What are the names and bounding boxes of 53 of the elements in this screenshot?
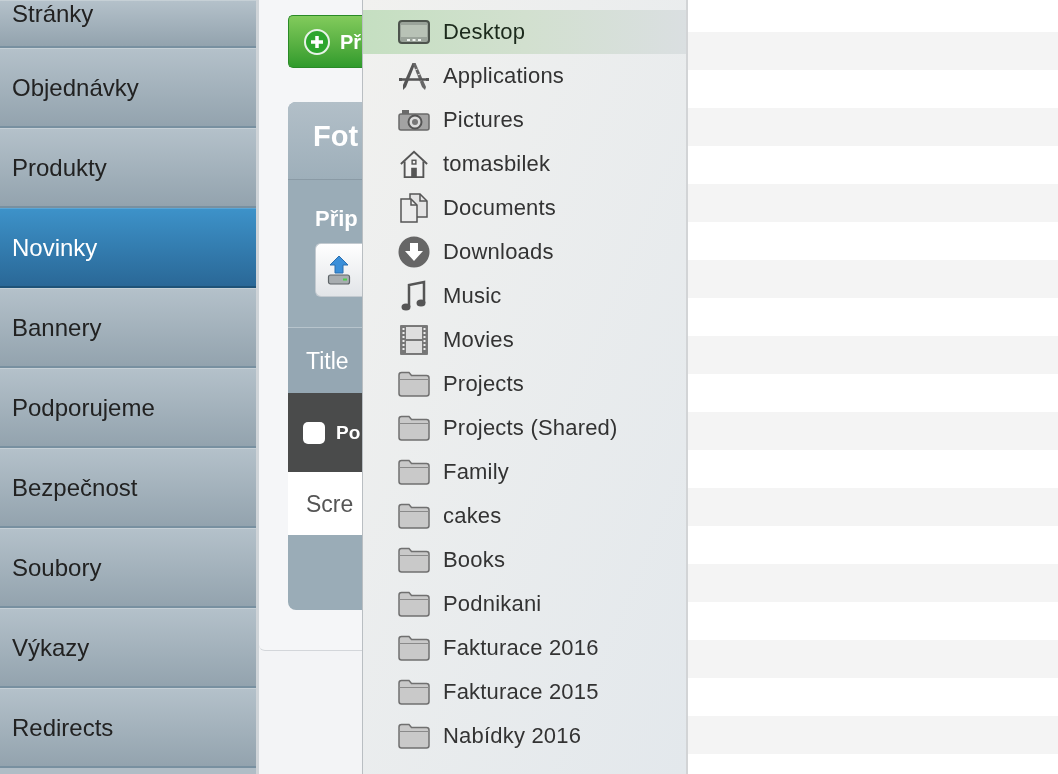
checkbox[interactable]: [303, 421, 325, 444]
table-cell: Scre: [306, 490, 354, 517]
menu-item[interactable]: Nabídky 2016: [363, 714, 686, 758]
camera-icon: [398, 109, 430, 131]
sidebar-item[interactable]: Objednávky: [0, 48, 256, 128]
film-strip-icon: [400, 325, 428, 355]
folder-icon: [398, 415, 430, 441]
folder-icon: [398, 503, 430, 529]
sidebar-item[interactable]: Podporujeme: [0, 368, 256, 448]
documents-icon: [400, 193, 428, 223]
menu-item[interactable]: Fakturace 2015: [363, 670, 686, 714]
folder-icon: [398, 635, 430, 661]
folder-icon: [398, 591, 430, 617]
menu-item[interactable]: Documents: [363, 186, 686, 230]
sidebar-item[interactable]: Výkazy: [0, 608, 256, 688]
sidebar-item[interactable]: Redirects: [0, 688, 256, 768]
menu-item[interactable]: Downloads: [363, 230, 686, 274]
menu-item[interactable]: Projects: [363, 362, 686, 406]
folder-icon: [398, 723, 430, 749]
upload-button[interactable]: [315, 243, 362, 297]
panel-title: Fot: [313, 119, 359, 152]
sidebar-item[interactable]: Bezpečnost: [0, 448, 256, 528]
menu-item[interactable]: Applications: [363, 54, 686, 98]
pencil-ruler-icon: [398, 61, 430, 91]
menu-item[interactable]: cakes: [363, 494, 686, 538]
upload-label: Přip: [315, 206, 359, 232]
menu-item[interactable]: Books: [363, 538, 686, 582]
menu-item[interactable]: Desktop: [363, 10, 686, 54]
sidebar-item[interactable]: Stránky: [0, 0, 256, 48]
menu-item[interactable]: Fakturace 2016: [363, 626, 686, 670]
house-icon: [399, 149, 429, 179]
menu-item[interactable]: Movies: [363, 318, 686, 362]
menu-item[interactable]: Music: [363, 274, 686, 318]
plus-icon: [304, 28, 330, 55]
folder-icon: [398, 547, 430, 573]
menu-item[interactable]: Podnikani: [363, 582, 686, 626]
download-icon: [398, 236, 430, 268]
desktop-icon: [398, 20, 430, 44]
sidebar-item[interactable]: Produkty: [0, 128, 256, 208]
folder-icon: [398, 459, 430, 485]
sidebar-item[interactable]: Novinky: [0, 208, 256, 288]
upload-icon: [327, 255, 351, 285]
group-label: Po: [336, 421, 361, 444]
music-note-icon: [401, 280, 427, 312]
folder-icon: [398, 679, 430, 705]
menu-item[interactable]: Pictures: [363, 98, 686, 142]
sidebar-item[interactable]: Bannery: [0, 288, 256, 368]
column-header: Title: [306, 347, 349, 374]
menu-item[interactable]: Projects (Shared): [363, 406, 686, 450]
folder-icon: [398, 371, 430, 397]
menu-item[interactable]: tomasbilek: [363, 142, 686, 186]
menu-item[interactable]: Family: [363, 450, 686, 494]
sidebar-item[interactable]: Soubory: [0, 528, 256, 608]
